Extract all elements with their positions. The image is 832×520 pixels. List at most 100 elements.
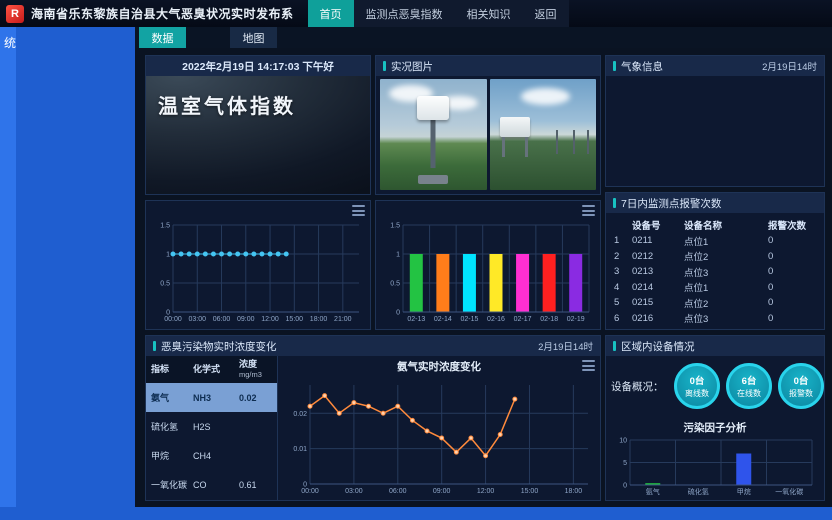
device-pole [431, 115, 436, 168]
fence-post [573, 130, 575, 154]
svg-text:06:00: 06:00 [213, 316, 231, 323]
alarm-table: 设备号设备名称报警次数10211点位1020212点位2030213点位3040… [606, 213, 824, 329]
svg-text:02-17: 02-17 [514, 316, 532, 323]
header-accent-icon [613, 198, 616, 208]
device-stats-row: 设备概况： 0台离线数6台在线数0台报警数 [606, 360, 824, 412]
svg-text:0: 0 [623, 483, 627, 490]
svg-text:00:00: 00:00 [301, 488, 319, 495]
factor-bar-chart: 0510氨气硫化氢甲烷一氧化碳 [610, 436, 820, 497]
devices-panel: 区域内设备情况 设备概况： 0台离线数6台在线数0台报警数 污染因子分析 051… [605, 335, 825, 501]
svg-text:09:00: 09:00 [237, 316, 255, 323]
sidebar: 统 [0, 27, 135, 520]
pollutant-row[interactable]: 硫化氢H2S [146, 412, 277, 441]
live-photo-1[interactable] [380, 79, 487, 190]
nh3-line-chart: 00.010.0200:0003:0006:0009:0012:0015:001… [280, 377, 596, 498]
pollutant-row[interactable]: 氨气NH30.02 [146, 383, 277, 412]
app-title: 海南省乐东黎族自治县大气恶臭状况实时发布系 [31, 5, 294, 22]
pollutant-body: 指标化学式浓度mg/m3氨气NH30.02硫化氢H2S甲烷CH4一氧化碳CO0.… [146, 356, 600, 500]
svg-text:21:00: 21:00 [334, 316, 352, 323]
pollutant-panel: 恶臭污染物实时浓度变化 2月19日14时 指标化学式浓度mg/m3氨气NH30.… [145, 335, 601, 501]
nh3-chart-title: 氨气实时浓度变化 [278, 359, 600, 374]
page-title: 温室气体指数 [146, 76, 370, 119]
svg-text:甲烷: 甲烷 [737, 487, 751, 496]
nav-item-odor-index[interactable]: 监测点恶臭指数 [354, 0, 455, 27]
svg-text:一氧化碳: 一氧化碳 [775, 487, 803, 496]
chart-menu-icon[interactable] [352, 205, 365, 216]
nav-item-knowledge[interactable]: 相关知识 [455, 0, 523, 27]
fence-post [587, 130, 589, 154]
svg-text:0.5: 0.5 [390, 281, 400, 288]
tab-map[interactable]: 地图 [230, 27, 277, 48]
live-photos-header: 实况图片 [376, 56, 600, 76]
datetime-header: 2022年2月19日 14:17:03 下午好 [146, 56, 370, 76]
alarm-table-row: 60216点位30 [610, 311, 820, 327]
pollutant-row[interactable]: 甲烷CH4 [146, 441, 277, 470]
svg-text:1: 1 [166, 252, 170, 259]
svg-text:00:00: 00:00 [164, 316, 182, 323]
weather-header: 气象信息 2月19日14时 [606, 56, 824, 76]
ghg-chart-panel: 00.511.500:0003:0006:0009:0012:0015:0018… [145, 200, 371, 330]
svg-text:15:00: 15:00 [286, 316, 304, 323]
pollutant-title: 恶臭污染物实时浓度变化 [161, 339, 277, 354]
svg-text:06:00: 06:00 [389, 488, 407, 495]
monitoring-device [417, 96, 449, 120]
svg-text:0.02: 0.02 [293, 411, 307, 418]
svg-text:0.01: 0.01 [293, 446, 307, 453]
station-legs [502, 137, 528, 157]
live-photos-panel: 实况图片 [375, 55, 601, 195]
tab-data[interactable]: 数据 [139, 27, 186, 48]
chart-menu-icon[interactable] [582, 360, 595, 371]
dashboard: 2022年2月19日 14:17:03 下午好 温室气体指数 实况图片 [135, 48, 832, 507]
alarm-panel: 7日内监测点报警次数 设备号设备名称报警次数10211点位1020212点位20… [605, 192, 825, 330]
chart-menu-icon[interactable] [582, 205, 595, 216]
svg-text:02-13: 02-13 [407, 316, 425, 323]
svg-text:18:00: 18:00 [310, 316, 328, 323]
svg-text:09:00: 09:00 [433, 488, 451, 495]
device-stat-alarm: 0台报警数 [778, 363, 824, 409]
alarm-table-row: 40214点位10 [610, 280, 820, 296]
footer-bar [0, 507, 832, 520]
device-stat-online: 6台在线数 [726, 363, 772, 409]
svg-text:02-14: 02-14 [434, 316, 452, 323]
live-photos-title: 实况图片 [391, 59, 433, 74]
top-bar: R 海南省乐东黎族自治县大气恶臭状况实时发布系 首页监测点恶臭指数相关知识返回 [0, 0, 832, 27]
nh3-chart-area: 氨气实时浓度变化 00.010.0200:0003:0006:0009:0012… [278, 356, 600, 500]
weather-panel: 气象信息 2月19日14时 [605, 55, 825, 187]
device-stat-circles: 0台离线数6台在线数0台报警数 [674, 363, 824, 409]
svg-text:15:00: 15:00 [521, 488, 539, 495]
header-accent-icon [383, 61, 386, 71]
greeting-body: 温室气体指数 [146, 76, 370, 194]
daily-index-bar-chart: 00.511.502-1302-1402-1502-1602-1702-1802… [379, 217, 597, 326]
svg-text:氨气: 氨气 [646, 487, 660, 496]
fence-post [556, 130, 558, 154]
alarm-table-row: 20212点位20 [610, 249, 820, 265]
svg-text:02-18: 02-18 [540, 316, 558, 323]
svg-text:1: 1 [396, 252, 400, 259]
nav-item-back[interactable]: 返回 [523, 0, 569, 27]
svg-text:02-16: 02-16 [487, 316, 505, 323]
live-photo-2[interactable] [490, 79, 597, 190]
svg-text:03:00: 03:00 [345, 488, 363, 495]
main-nav: 首页监测点恶臭指数相关知识返回 [308, 0, 569, 27]
weather-title: 气象信息 [621, 59, 663, 74]
device-overview-label: 设备概况： [611, 379, 669, 394]
nav-item-home[interactable]: 首页 [308, 0, 354, 27]
alarm-table-row: 30213点位30 [610, 264, 820, 280]
svg-text:0: 0 [396, 310, 400, 317]
factor-chart-title: 污染因子分析 [606, 420, 824, 435]
svg-text:18:00: 18:00 [565, 488, 583, 495]
cloud [521, 88, 570, 105]
devices-header: 区域内设备情况 [606, 336, 824, 356]
svg-text:10: 10 [619, 438, 627, 445]
svg-text:1.5: 1.5 [390, 223, 400, 230]
pollutant-table: 指标化学式浓度mg/m3氨气NH30.02硫化氢H2S甲烷CH4一氧化碳CO0.… [146, 356, 278, 500]
sidebar-label: 统 [0, 27, 135, 51]
svg-text:02-15: 02-15 [460, 316, 478, 323]
svg-text:03:00: 03:00 [188, 316, 206, 323]
svg-text:硫化氢: 硫化氢 [688, 487, 709, 496]
daily-bars-panel: 00.511.502-1302-1402-1502-1602-1702-1802… [375, 200, 601, 330]
pollutant-timestamp: 2月19日14时 [538, 339, 593, 353]
pollutant-row[interactable]: 一氧化碳CO0.61 [146, 470, 277, 499]
svg-text:12:00: 12:00 [477, 488, 495, 495]
header-accent-icon [153, 341, 156, 351]
